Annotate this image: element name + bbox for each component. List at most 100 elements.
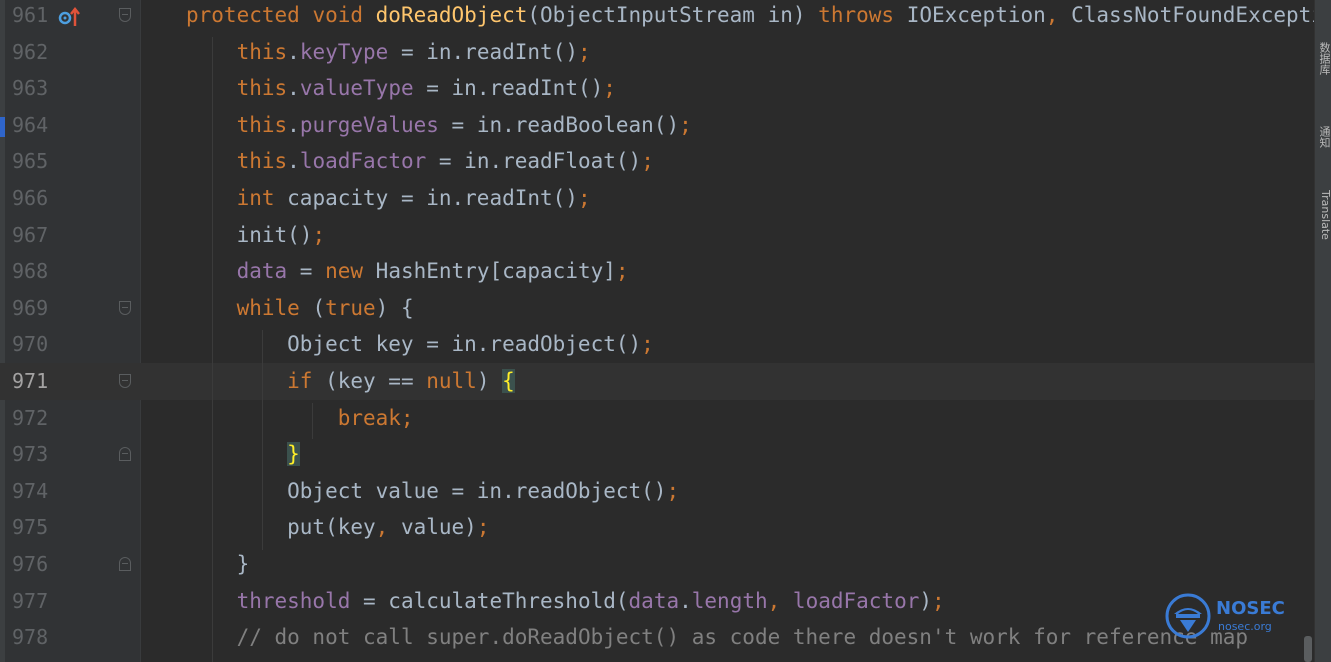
- code-token: int: [237, 186, 288, 210]
- code-line[interactable]: 969 while (true) {: [0, 290, 1314, 327]
- code-token: ;: [603, 76, 616, 100]
- code-token: [186, 442, 287, 466]
- code-line[interactable]: 975 put(key, value);: [0, 509, 1314, 546]
- code-token: purgeValues: [300, 113, 439, 137]
- code-token: // do not call super.doReadObject() as c…: [237, 625, 1248, 649]
- code-text[interactable]: this.purgeValues = in.readBoolean();: [186, 107, 692, 144]
- code-line[interactable]: 966 int capacity = in.readInt();: [0, 180, 1314, 217]
- code-line[interactable]: 963 this.valueType = in.readInt();: [0, 70, 1314, 107]
- fold-marker-icon[interactable]: [119, 447, 131, 461]
- notifications-tab[interactable]: 通知: [1315, 126, 1331, 148]
- code-text[interactable]: // do not call super.doReadObject() as c…: [186, 619, 1248, 656]
- line-number[interactable]: 969: [12, 290, 52, 327]
- override-method-icon[interactable]: [57, 6, 81, 28]
- indent-guide: [262, 330, 263, 550]
- code-token: data: [237, 259, 288, 283]
- code-text[interactable]: Object value = in.readObject();: [186, 473, 679, 510]
- code-token: capacity = in.readInt(): [287, 186, 578, 210]
- line-number[interactable]: 965: [12, 143, 52, 180]
- line-number[interactable]: 966: [12, 180, 52, 217]
- fold-marker-icon[interactable]: [119, 374, 131, 388]
- code-text[interactable]: this.valueType = in.readInt();: [186, 70, 616, 107]
- code-text[interactable]: threshold = calculateThreshold(data.leng…: [186, 583, 945, 620]
- code-token: Object key = in.readObject(): [186, 332, 641, 356]
- code-token: ;: [312, 223, 325, 247]
- watermark-subtitle: nosec.org: [1218, 620, 1272, 633]
- line-number[interactable]: 963: [12, 70, 52, 107]
- line-number[interactable]: 968: [12, 253, 52, 290]
- code-text[interactable]: data = new HashEntry[capacity];: [186, 253, 629, 290]
- line-number[interactable]: 977: [12, 583, 52, 620]
- code-token: ;: [578, 186, 591, 210]
- vertical-scrollbar-thumb[interactable]: [1304, 636, 1312, 662]
- code-token: = in.readFloat(): [426, 149, 641, 173]
- database-tab[interactable]: 数据库: [1315, 42, 1331, 75]
- code-text[interactable]: this.keyType = in.readInt();: [186, 34, 591, 71]
- line-number[interactable]: 976: [12, 546, 52, 583]
- line-number[interactable]: 961: [12, 0, 52, 34]
- code-text[interactable]: }: [186, 436, 300, 473]
- code-text[interactable]: Object key = in.readObject();: [186, 326, 654, 363]
- code-token: value): [401, 515, 477, 539]
- line-number[interactable]: 964: [12, 107, 52, 144]
- code-text[interactable]: protected void doReadObject(ObjectInputS…: [186, 0, 1324, 34]
- code-text[interactable]: init();: [186, 217, 325, 254]
- line-number[interactable]: 975: [12, 509, 52, 546]
- code-text[interactable]: }: [186, 546, 249, 583]
- code-text[interactable]: put(key, value);: [186, 509, 489, 546]
- indent-guide: [312, 403, 313, 439]
- code-token: ;: [679, 113, 692, 137]
- fold-marker-icon[interactable]: [119, 557, 131, 571]
- code-line[interactable]: 977 threshold = calculateThreshold(data.…: [0, 583, 1314, 620]
- code-token: ): [477, 369, 502, 393]
- fold-marker-icon[interactable]: [119, 301, 131, 315]
- code-line[interactable]: 970 Object key = in.readObject();: [0, 326, 1314, 363]
- code-line[interactable]: 978 // do not call super.doReadObject() …: [0, 619, 1314, 656]
- code-token: .: [287, 76, 300, 100]
- code-token: [186, 369, 287, 393]
- code-line[interactable]: 968 data = new HashEntry[capacity];: [0, 253, 1314, 290]
- code-text[interactable]: while (true) {: [186, 290, 414, 327]
- code-token: length: [692, 589, 768, 613]
- code-token: void: [312, 3, 375, 27]
- code-token: .: [679, 589, 692, 613]
- code-token: ;: [666, 479, 679, 503]
- code-line[interactable]: 972 break;: [0, 400, 1314, 437]
- code-token: this: [237, 113, 288, 137]
- code-line[interactable]: 964 this.purgeValues = in.readBoolean();: [0, 107, 1314, 144]
- line-number[interactable]: 972: [12, 400, 52, 437]
- code-line[interactable]: 962 this.keyType = in.readInt();: [0, 34, 1314, 71]
- line-number[interactable]: 978: [12, 619, 52, 656]
- code-text[interactable]: this.loadFactor = in.readFloat();: [186, 143, 654, 180]
- line-number[interactable]: 974: [12, 473, 52, 510]
- code-line[interactable]: 976 }: [0, 546, 1314, 583]
- line-number[interactable]: 967: [12, 217, 52, 254]
- code-token: ;: [477, 515, 490, 539]
- code-token: loadFactor: [300, 149, 426, 173]
- code-token: init(): [186, 223, 312, 247]
- code-token: ;: [932, 589, 945, 613]
- code-line[interactable]: 973 }: [0, 436, 1314, 473]
- watermark-title: NOSEC: [1216, 598, 1285, 619]
- code-line[interactable]: 974 Object value = in.readObject();: [0, 473, 1314, 510]
- code-text[interactable]: if (key == null) {: [186, 363, 515, 400]
- code-line[interactable]: 965 this.loadFactor = in.readFloat();: [0, 143, 1314, 180]
- code-token: ,: [1046, 3, 1071, 27]
- code-text[interactable]: break;: [186, 400, 414, 437]
- line-number[interactable]: 970: [12, 326, 52, 363]
- code-text[interactable]: int capacity = in.readInt();: [186, 180, 591, 217]
- translate-tab[interactable]: Translate: [1315, 190, 1331, 240]
- code-line[interactable]: 961protected void doReadObject(ObjectInp…: [0, 0, 1314, 34]
- code-line[interactable]: 971 if (key == null) {: [0, 363, 1314, 400]
- code-token: null: [426, 369, 477, 393]
- code-line[interactable]: 967 init();: [0, 217, 1314, 254]
- code-token: loadFactor: [793, 589, 919, 613]
- code-token: (: [312, 296, 325, 320]
- fold-marker-icon[interactable]: [119, 8, 131, 22]
- line-number[interactable]: 971: [12, 363, 52, 400]
- line-number[interactable]: 973: [12, 436, 52, 473]
- code-token: valueType: [300, 76, 414, 100]
- line-number[interactable]: 962: [12, 34, 52, 71]
- code-editor[interactable]: 961protected void doReadObject(ObjectInp…: [0, 0, 1314, 662]
- code-token: while: [237, 296, 313, 320]
